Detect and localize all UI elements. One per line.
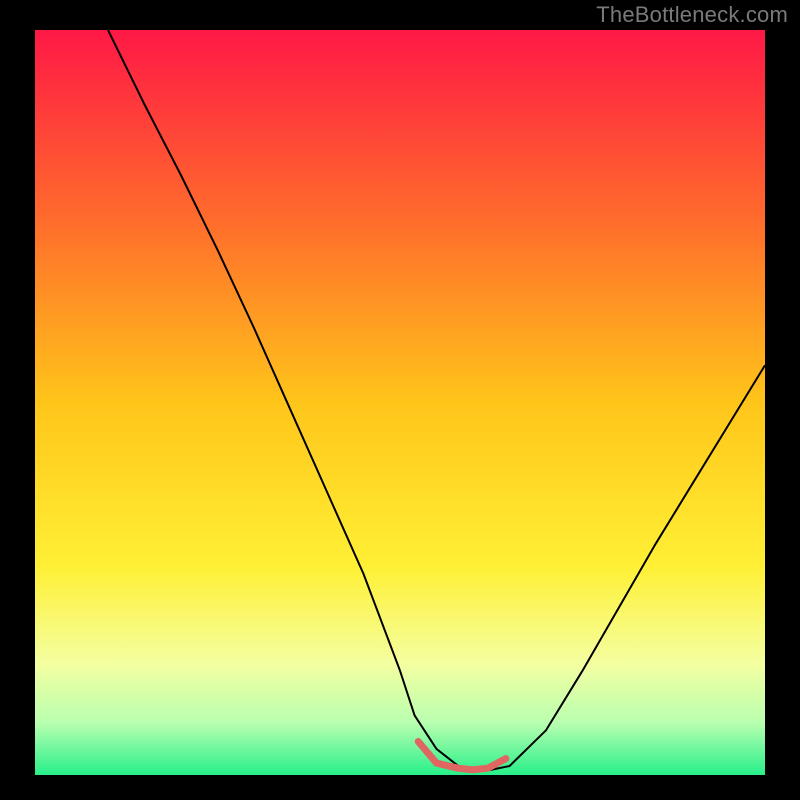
plot-area: [35, 30, 765, 775]
gradient-background: [35, 30, 765, 775]
bottleneck-chart: [35, 30, 765, 775]
chart-frame: TheBottleneck.com: [0, 0, 800, 800]
watermark-text: TheBottleneck.com: [596, 2, 788, 28]
